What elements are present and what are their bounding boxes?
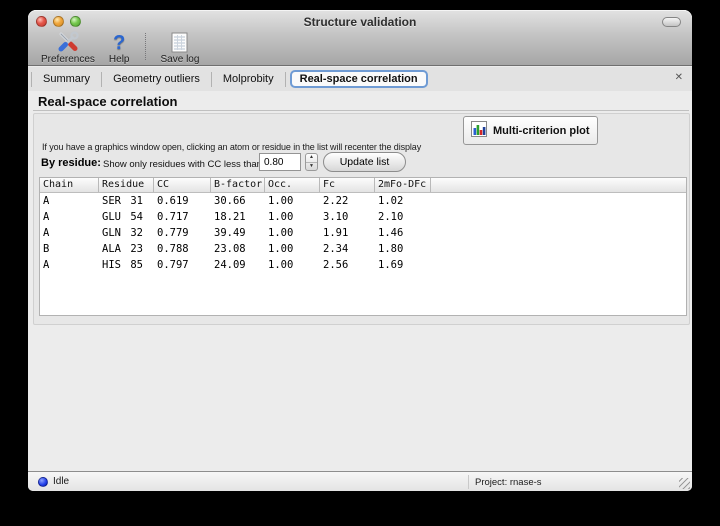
save-log-button[interactable]: Save log bbox=[154, 31, 207, 65]
cell-chain: A bbox=[43, 227, 50, 239]
cell-cc: 0.779 bbox=[157, 227, 189, 239]
table-header-row: Chain Residue CC B-factor Occ. Fc 2mFo-D… bbox=[40, 178, 686, 193]
cell-chain: A bbox=[43, 259, 50, 271]
resize-grip[interactable] bbox=[679, 478, 690, 489]
cell-cc: 0.797 bbox=[157, 259, 189, 271]
status-led-icon bbox=[38, 477, 48, 487]
cc-filter-label: Show only residues with CC less than bbox=[103, 159, 262, 170]
column-header-occ[interactable]: Occ. bbox=[265, 178, 320, 192]
window-title: Structure validation bbox=[303, 15, 417, 29]
real-space-correlation-panel: If you have a graphics window open, clic… bbox=[33, 113, 690, 325]
cell-b-factor: 39.49 bbox=[214, 227, 246, 239]
help-label: Help bbox=[108, 54, 130, 65]
by-residue-label: By residue: bbox=[41, 157, 101, 169]
column-header-fc[interactable]: Fc bbox=[320, 178, 375, 192]
cell-occ: 1.00 bbox=[268, 259, 294, 271]
cell-2mfo-dfc: 1.02 bbox=[378, 195, 404, 207]
toolbar-separator bbox=[144, 33, 146, 60]
cell-cc: 0.788 bbox=[157, 243, 189, 255]
help-button[interactable]: ? Help bbox=[102, 31, 137, 66]
preferences-button[interactable]: Preferences bbox=[34, 31, 102, 65]
cell-chain: A bbox=[43, 195, 50, 207]
page-title: Real-space correlation bbox=[38, 94, 178, 109]
cell-residue: ALA 23 bbox=[102, 243, 143, 255]
tab-bar: Summary Geometry outliers Molprobity Rea… bbox=[28, 67, 692, 91]
save-log-document-icon bbox=[171, 31, 188, 54]
cell-chain: A bbox=[43, 211, 50, 223]
cell-cc: 0.717 bbox=[157, 211, 189, 223]
preferences-label: Preferences bbox=[41, 54, 95, 65]
multi-criterion-plot-label: Multi-criterion plot bbox=[493, 124, 590, 137]
preferences-tools-icon bbox=[56, 31, 80, 54]
multi-criterion-plot-button[interactable]: Multi-criterion plot bbox=[463, 116, 598, 145]
cell-b-factor: 24.09 bbox=[214, 259, 246, 271]
status-bar-separator bbox=[468, 475, 469, 489]
cell-b-factor: 18.21 bbox=[214, 211, 246, 223]
stepper-up-icon[interactable]: ▲ bbox=[306, 154, 317, 163]
table-row[interactable]: A SER 31 0.619 30.66 1.00 2.22 1.02 bbox=[40, 193, 686, 209]
cell-fc: 1.91 bbox=[323, 227, 349, 239]
table-row[interactable]: B ALA 23 0.788 23.08 1.00 2.34 1.80 bbox=[40, 241, 686, 257]
toolbar-toggle-button[interactable] bbox=[662, 17, 681, 27]
cell-2mfo-dfc: 1.69 bbox=[378, 259, 404, 271]
cc-threshold-stepper: ▲ ▼ bbox=[305, 153, 318, 171]
status-text: Idle bbox=[53, 476, 70, 487]
cell-fc: 2.34 bbox=[323, 243, 349, 255]
cell-chain: B bbox=[43, 243, 50, 255]
cell-2mfo-dfc: 1.80 bbox=[378, 243, 404, 255]
title-bar: Structure validation Preferences ? Help … bbox=[28, 10, 692, 66]
cell-residue: HIS 85 bbox=[102, 259, 143, 271]
structure-validation-window: Structure validation Preferences ? Help … bbox=[28, 10, 692, 491]
desktop-background: Structure validation Preferences ? Help … bbox=[0, 0, 720, 526]
column-header-2mfo-dfc[interactable]: 2mFo-DFc bbox=[375, 178, 431, 192]
bar-chart-icon bbox=[471, 121, 487, 140]
tab-summary[interactable]: Summary bbox=[32, 70, 101, 88]
cell-fc: 2.22 bbox=[323, 195, 349, 207]
cell-occ: 1.00 bbox=[268, 227, 294, 239]
column-header-chain[interactable]: Chain bbox=[40, 178, 99, 192]
cell-residue: SER 31 bbox=[102, 195, 143, 207]
tab-separator bbox=[284, 71, 286, 87]
cc-threshold-input[interactable] bbox=[259, 153, 301, 171]
cell-occ: 1.00 bbox=[268, 211, 294, 223]
table-row[interactable]: A GLU 54 0.717 18.21 1.00 3.10 2.10 bbox=[40, 209, 686, 225]
close-tab-icon[interactable]: ✕ bbox=[675, 72, 683, 83]
cell-residue: GLN 32 bbox=[102, 227, 143, 239]
column-header-residue[interactable]: Residue bbox=[99, 178, 154, 192]
cell-2mfo-dfc: 1.46 bbox=[378, 227, 404, 239]
cell-cc: 0.619 bbox=[157, 195, 189, 207]
save-log-label: Save log bbox=[160, 54, 200, 65]
tab-real-space-correlation[interactable]: Real-space correlation bbox=[289, 70, 428, 88]
cell-fc: 3.10 bbox=[323, 211, 349, 223]
residue-table: Chain Residue CC B-factor Occ. Fc 2mFo-D… bbox=[39, 177, 687, 316]
stepper-down-icon[interactable]: ▼ bbox=[306, 163, 317, 171]
column-header-cc[interactable]: CC bbox=[154, 178, 211, 192]
help-question-icon: ? bbox=[113, 31, 126, 54]
table-row[interactable]: A GLN 32 0.779 39.49 1.00 1.91 1.46 bbox=[40, 225, 686, 241]
cell-2mfo-dfc: 2.10 bbox=[378, 211, 404, 223]
toolbar: Preferences ? Help Save log bbox=[34, 31, 206, 65]
cell-residue: GLU 54 bbox=[102, 211, 143, 223]
project-label: Project: rnase-s bbox=[475, 477, 542, 488]
status-bar: Idle Project: rnase-s bbox=[28, 471, 692, 491]
cell-fc: 2.56 bbox=[323, 259, 349, 271]
cell-occ: 1.00 bbox=[268, 243, 294, 255]
cell-occ: 1.00 bbox=[268, 195, 294, 207]
tab-geometry-outliers[interactable]: Geometry outliers bbox=[102, 70, 211, 88]
heading-divider bbox=[33, 110, 689, 111]
table-row[interactable]: A HIS 85 0.797 24.09 1.00 2.56 1.69 bbox=[40, 257, 686, 273]
cell-b-factor: 30.66 bbox=[214, 195, 246, 207]
column-header-b-factor[interactable]: B-factor bbox=[211, 178, 265, 192]
column-header-filler bbox=[431, 178, 686, 192]
cell-b-factor: 23.08 bbox=[214, 243, 246, 255]
tab-molprobity[interactable]: Molprobity bbox=[212, 70, 285, 88]
update-list-button[interactable]: Update list bbox=[323, 152, 406, 172]
